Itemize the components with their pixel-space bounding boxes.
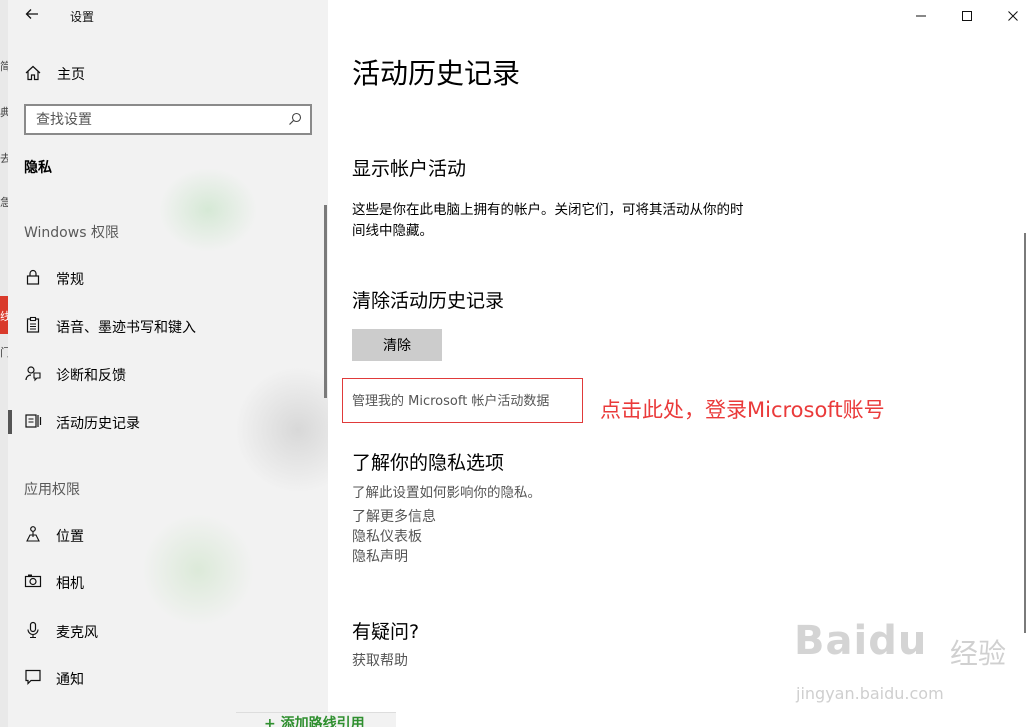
microphone-icon bbox=[27, 621, 39, 639]
notification-icon bbox=[25, 669, 41, 685]
watermark-brand: Baidu bbox=[794, 618, 928, 664]
privacy-heading: 了解你的隐私选项 bbox=[352, 452, 505, 474]
sidebar-item-label: 活动历史记录 bbox=[56, 416, 140, 432]
background-red-strip: 线 bbox=[0, 296, 11, 334]
group-label-windows: Windows 权限 bbox=[24, 225, 119, 241]
background-peek-text: + 添加路线引用 bbox=[264, 716, 365, 727]
background-desktop-strip: 简 典 去 急 线 门 bbox=[0, 0, 11, 727]
back-button[interactable] bbox=[20, 4, 44, 28]
minimize-icon bbox=[916, 15, 926, 17]
watermark-cn: 经验 bbox=[950, 637, 1007, 670]
sidebar-item-label: 诊断和反馈 bbox=[56, 368, 126, 384]
show-accounts-description: 这些是你在此电脑上拥有的帐户。关闭它们，可将其活动从你的时 间线中隐藏。 bbox=[352, 200, 744, 242]
baidu-watermark: Baidu 经验 jingyan.baidu.com bbox=[790, 612, 1030, 722]
sidebar-item-label: 主页 bbox=[57, 67, 85, 83]
close-button[interactable] bbox=[990, 0, 1036, 32]
sidebar-item-label: 语音、墨迹书写和键入 bbox=[56, 320, 196, 336]
get-help-link[interactable]: 获取帮助 bbox=[352, 650, 408, 670]
privacy-dashboard-link[interactable]: 隐私仪表板 bbox=[352, 526, 422, 546]
home-icon bbox=[25, 65, 41, 81]
sidebar-item-location[interactable]: 位置 bbox=[8, 515, 328, 555]
location-icon bbox=[26, 526, 40, 542]
privacy-description: 了解此设置如何影响你的隐私。 bbox=[352, 485, 541, 501]
manage-activity-link[interactable]: 管理我的 Microsoft 帐户活动数据 bbox=[352, 390, 549, 409]
learn-more-link[interactable]: 了解更多信息 bbox=[352, 506, 436, 526]
sidebar-item-speech[interactable]: 语音、墨迹书写和键入 bbox=[8, 306, 328, 346]
sidebar-item-home[interactable]: 主页 bbox=[8, 56, 328, 90]
sidebar-item-label: 位置 bbox=[56, 529, 84, 545]
sidebar-item-activity-history[interactable]: 活动历史记录 bbox=[8, 402, 328, 442]
lock-icon bbox=[26, 269, 40, 285]
background-window-peek: + 添加路线引用 bbox=[236, 712, 396, 727]
sidebar-item-label: 常规 bbox=[56, 272, 84, 288]
main-scrollbar[interactable] bbox=[1024, 233, 1026, 633]
camera-icon bbox=[24, 574, 42, 588]
search-box[interactable] bbox=[24, 104, 312, 135]
close-icon bbox=[1008, 11, 1018, 21]
clear-history-heading: 清除活动历史记录 bbox=[352, 290, 505, 312]
arrow-left-icon bbox=[25, 9, 38, 19]
sidebar: 设置 主页 隐私 Windows 权限 常规 语音、墨迹书写和键入 诊断和反馈 … bbox=[8, 0, 328, 727]
sidebar-item-camera[interactable]: 相机 bbox=[8, 562, 328, 602]
annotation-text: 点击此处，登录Microsoft账号 bbox=[600, 398, 885, 422]
feedback-icon bbox=[25, 366, 41, 382]
help-heading: 有疑问? bbox=[352, 621, 420, 643]
maximize-icon bbox=[962, 11, 972, 21]
sidebar-item-label: 麦克风 bbox=[56, 625, 98, 641]
watermark-url: jingyan.baidu.com bbox=[796, 684, 944, 703]
clear-button[interactable]: 清除 bbox=[352, 329, 442, 361]
sidebar-item-label: 相机 bbox=[56, 576, 84, 592]
sidebar-scrollbar[interactable] bbox=[324, 205, 327, 398]
group-label-apps: 应用权限 bbox=[24, 482, 80, 498]
timeline-icon bbox=[25, 414, 42, 428]
sidebar-item-general[interactable]: 常规 bbox=[8, 258, 328, 298]
search-input[interactable] bbox=[26, 106, 266, 133]
sidebar-item-microphone[interactable]: 麦克风 bbox=[8, 611, 328, 651]
clipboard-icon bbox=[26, 316, 40, 333]
sidebar-item-notifications[interactable]: 通知 bbox=[8, 658, 328, 698]
minimize-button[interactable] bbox=[898, 0, 944, 32]
sidebar-item-diagnostics[interactable]: 诊断和反馈 bbox=[8, 354, 328, 394]
show-accounts-heading: 显示帐户活动 bbox=[352, 158, 467, 180]
app-title: 设置 bbox=[70, 10, 95, 24]
maximize-button[interactable] bbox=[944, 0, 990, 32]
description-line: 间线中隐藏。 bbox=[352, 223, 433, 239]
search-icon[interactable] bbox=[288, 112, 302, 126]
description-line: 这些是你在此电脑上拥有的帐户。关闭它们，可将其活动从你的时 bbox=[352, 202, 744, 218]
section-title: 隐私 bbox=[24, 160, 52, 176]
window-controls bbox=[898, 0, 1036, 32]
page-title: 活动历史记录 bbox=[352, 57, 521, 90]
sidebar-item-label: 通知 bbox=[56, 672, 84, 688]
privacy-statement-link[interactable]: 隐私声明 bbox=[352, 546, 408, 566]
